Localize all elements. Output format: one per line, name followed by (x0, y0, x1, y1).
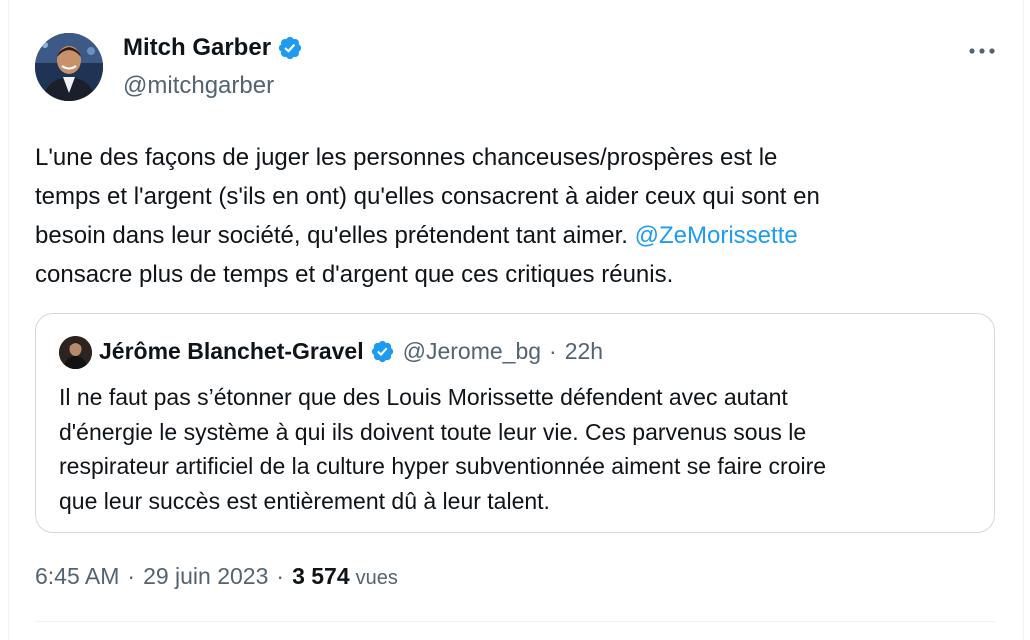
tweet-text-segment: besoin dans leur société, qu'elles préte… (35, 222, 628, 249)
quoted-timestamp[interactable]: 22h (565, 338, 603, 365)
quoted-separator: · (549, 338, 557, 364)
tweet-text-line: temps et l'argent (s'ils en ont) qu'elle… (35, 183, 820, 210)
quoted-header: Jérôme Blanchet-Gravel @Jerome_bg · 22h (99, 338, 603, 365)
quoted-display-name[interactable]: Jérôme Blanchet-Gravel (99, 338, 364, 365)
tweet-time[interactable]: 6:45 AM (35, 563, 119, 590)
verified-badge-icon (371, 340, 393, 363)
views-label: vues (355, 567, 398, 589)
tweet-text-line: besoin dans leur société, qu'elles préte… (35, 216, 995, 255)
quoted-handle[interactable]: @Jerome_bg (403, 338, 541, 365)
views-count[interactable]: 3 574 (292, 563, 350, 590)
quoted-text-line: respirateur artificiel de la culture hyp… (59, 453, 827, 479)
tweet-metadata: 6:45 AM · 29 juin 2023 · 3 574 vues (35, 563, 398, 590)
author-avatar[interactable] (35, 33, 103, 101)
tweet-date[interactable]: 29 juin 2023 (143, 563, 268, 590)
quoted-text-line: que leur succès est entièrement dû à leu… (59, 487, 550, 514)
author-display-name[interactable]: Mitch Garber (123, 34, 271, 62)
meta-separator: · (127, 563, 136, 589)
quoted-tweet[interactable]: Jérôme Blanchet-Gravel @Jerome_bg · 22h … (35, 313, 995, 533)
meta-separator: · (276, 563, 285, 589)
quoted-text-line: d'énergie le système à qui ils doivent t… (59, 418, 807, 445)
quoted-text: Il ne faut pas s’étonner que des Louis M… (59, 380, 979, 518)
author-name-row: Mitch Garber (123, 34, 303, 62)
quoted-author-avatar[interactable] (59, 336, 92, 369)
quoted-text-line: Il ne faut pas s’étonner que des Louis M… (59, 384, 788, 410)
avatar-photo-icon (35, 33, 103, 101)
more-options-button[interactable] (964, 36, 1000, 66)
tweet-text-line: consacre plus de temps et d'argent que c… (35, 261, 674, 288)
more-horizontal-icon (969, 48, 995, 54)
tweet-text-line: L'une des façons de juger les personnes … (35, 144, 778, 171)
tweet-card: Mitch Garber @mitchgarber L'une des faço… (0, 0, 1030, 640)
author-handle[interactable]: @mitchgarber (123, 72, 274, 100)
verified-badge-icon (278, 36, 302, 60)
tweet-text: L'une des façons de juger les personnes … (35, 138, 995, 294)
divider (35, 621, 995, 622)
mention-link[interactable]: @ZeMorissette (635, 222, 798, 249)
quoted-avatar-photo-icon (59, 336, 92, 369)
